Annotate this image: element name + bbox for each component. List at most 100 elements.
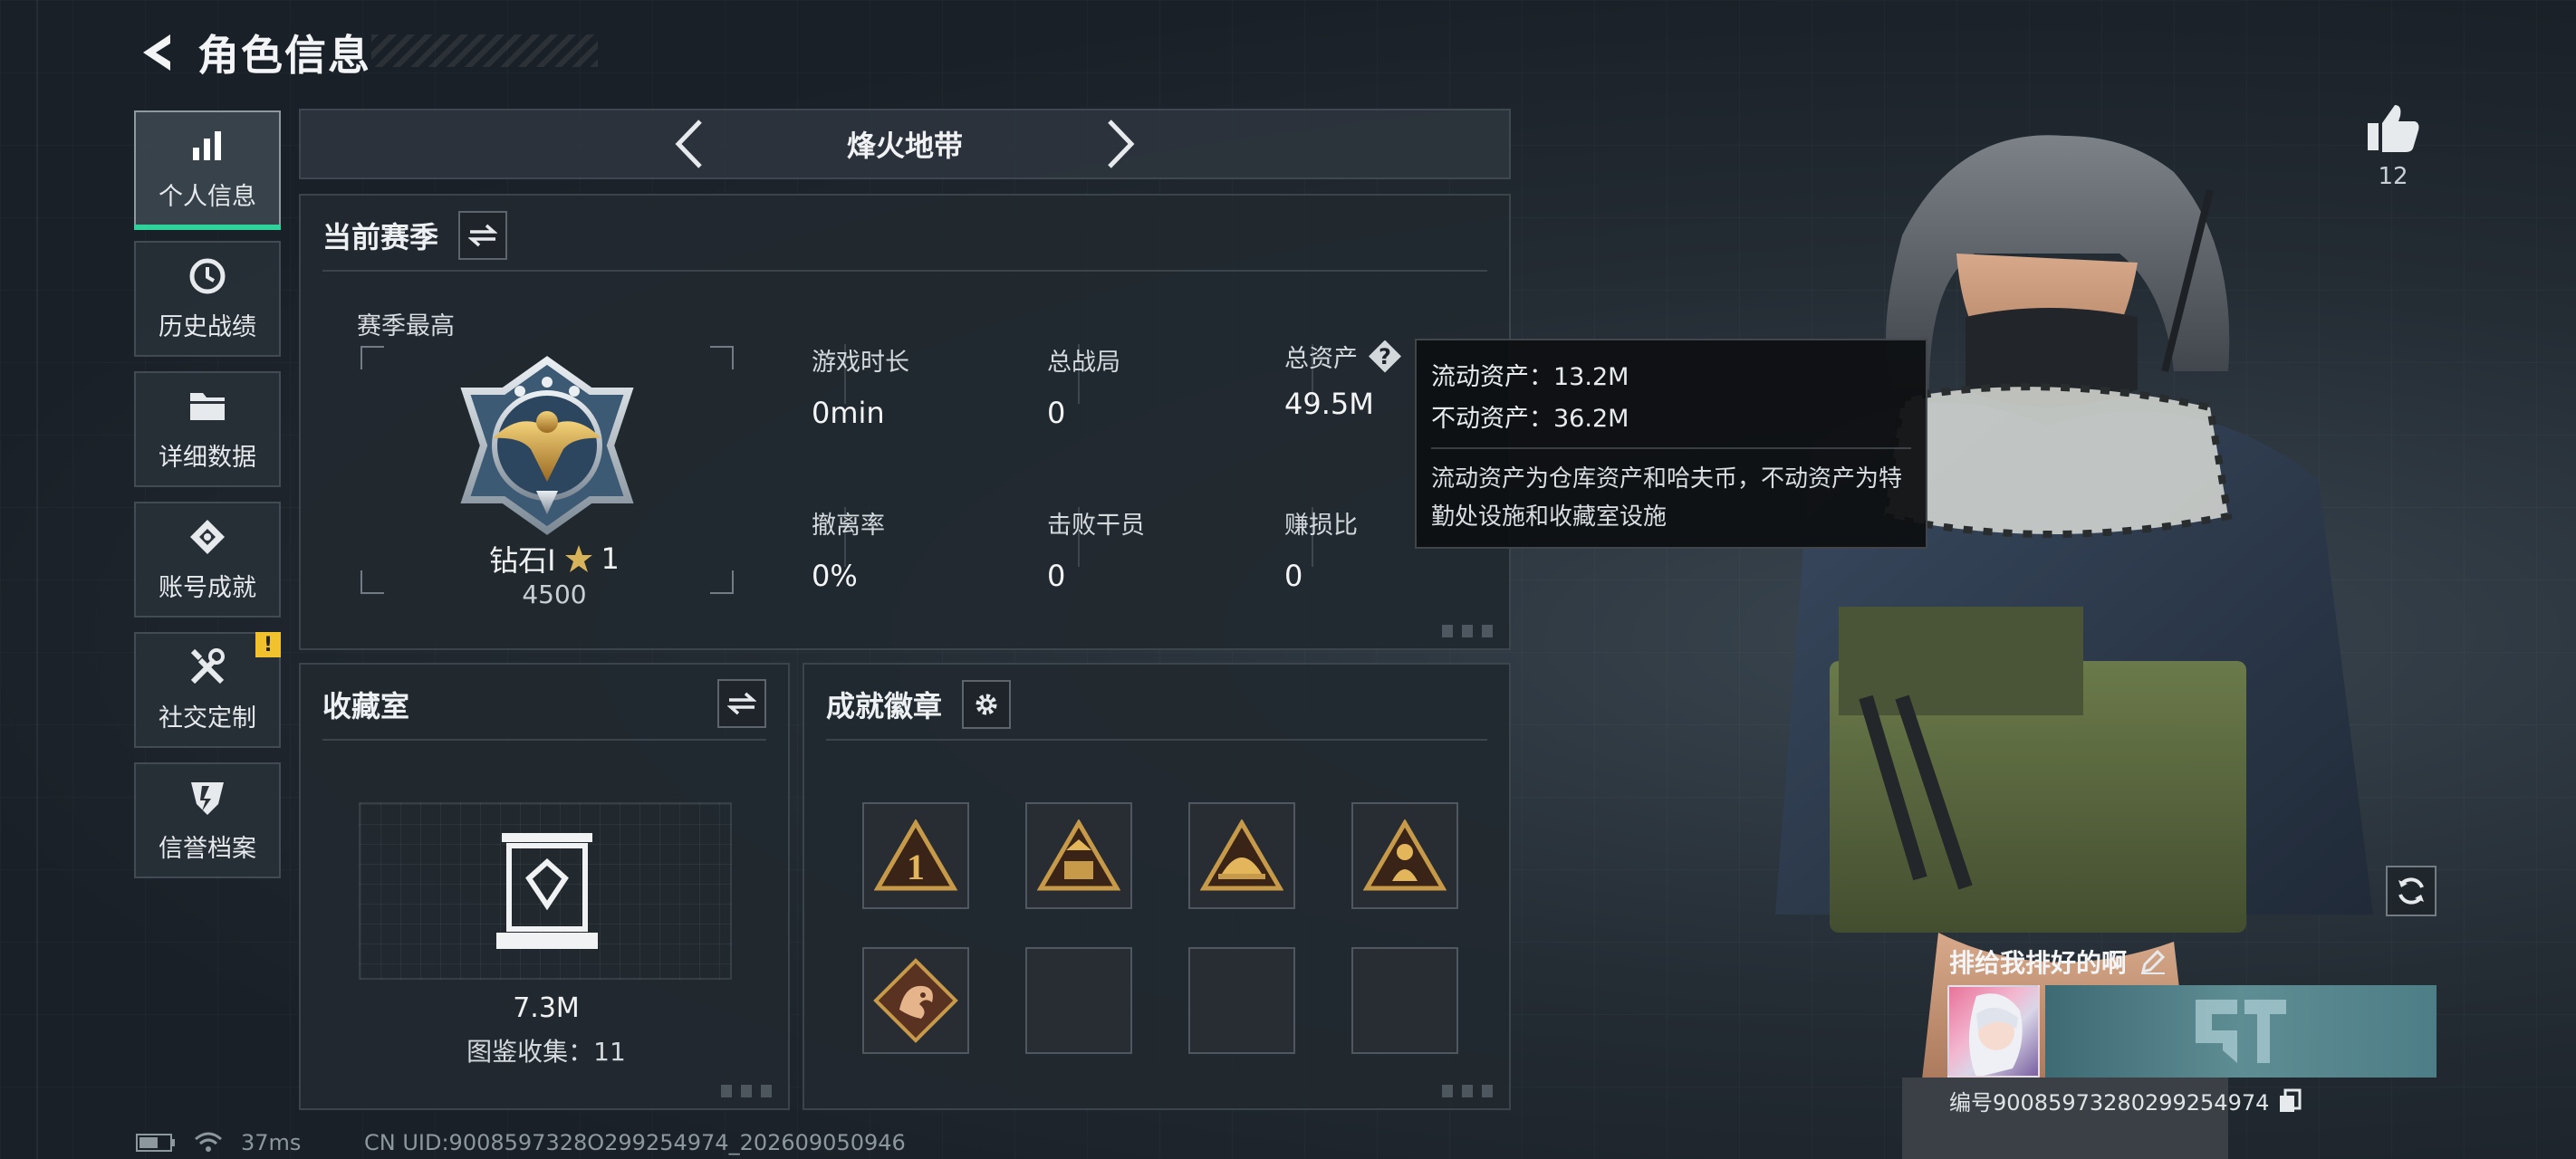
switch-collection-button[interactable]	[717, 679, 766, 728]
collection-value: 7.3M	[513, 992, 580, 1024]
rank-stars: 1	[601, 541, 620, 576]
sidebar-item-label: 信誉档案	[159, 834, 256, 863]
copy-icon[interactable]	[2278, 1088, 2302, 1114]
level-56-badge[interactable]	[1025, 802, 1132, 909]
stat-value: 0min	[812, 396, 885, 430]
tooltip-fixed-assets: 不动资产：36.2M	[1431, 405, 1629, 433]
chevron-right-icon[interactable]	[1099, 117, 1144, 171]
stat-label: 游戏时长	[812, 349, 909, 377]
tooltip-liquid-assets: 流动资产：13.2M	[1431, 363, 1629, 391]
empty-badge-slot[interactable]	[1188, 947, 1295, 1054]
stat-value: 0	[1047, 396, 1066, 430]
like-widget[interactable]: 12	[2355, 101, 2431, 190]
back-arrow-icon[interactable]	[134, 31, 178, 74]
stat-value: 0%	[812, 559, 858, 593]
helmet-badge[interactable]	[1188, 802, 1295, 909]
sidebar: 个人信息 历史战绩 详细数据 账号成就 社交定制 ! 信誉档案	[134, 110, 281, 893]
sidebar-item-label: 社交定制	[159, 704, 256, 733]
stat-value: 49.5M	[1284, 387, 1374, 421]
dragon-badge[interactable]	[862, 947, 969, 1054]
sidebar-item-credit[interactable]: 信誉档案	[134, 762, 281, 878]
dragon-badge-icon	[873, 958, 958, 1043]
stat-label: 击败干员	[1047, 512, 1145, 540]
star-icon	[564, 545, 592, 572]
stat-operators-defeated: 击败干员 0	[1047, 505, 1145, 593]
sidebar-item-detailed-data[interactable]: 详细数据	[134, 371, 281, 487]
swap-icon	[468, 224, 498, 247]
season-panel: 当前赛季 赛季最高 钻石I 1 4500 游戏时长 0min 总战局 0 总资产…	[299, 194, 1511, 650]
sidebar-item-social[interactable]: 社交定制 !	[134, 632, 281, 748]
page-header: 角色信息	[134, 25, 371, 80]
collection-title: 收藏室	[322, 689, 410, 723]
rank-one-badge[interactable]: 1	[862, 802, 969, 909]
triangle-badge-icon	[1200, 819, 1283, 891]
stat-play-time: 游戏时长 0min	[812, 342, 909, 430]
background-line	[36, 0, 38, 1159]
sidebar-item-label: 历史战绩	[159, 312, 256, 341]
empty-badge-slot[interactable]	[1025, 947, 1132, 1054]
battery-icon	[136, 1134, 175, 1152]
divider	[826, 739, 1487, 741]
soldier-badge[interactable]	[1351, 802, 1458, 909]
shield-icon	[187, 778, 227, 818]
mode-title: 烽火地带	[846, 129, 963, 163]
panel-decoration	[1442, 625, 1496, 637]
name-card-banner	[2045, 985, 2437, 1078]
switch-season-button[interactable]	[458, 211, 508, 260]
season-header: 当前赛季	[322, 210, 508, 261]
sidebar-item-label: 账号成就	[159, 573, 256, 602]
collection-header: 收藏室	[322, 679, 409, 730]
divider	[322, 270, 1487, 272]
stat-label-row: 总资产 ?	[1284, 339, 1401, 374]
sidebar-item-history[interactable]: 历史战绩	[134, 241, 281, 357]
refresh-icon	[2398, 877, 2424, 905]
avatar[interactable]	[1947, 985, 2040, 1078]
uid-row: 编号9008597328029925497​4	[1949, 1085, 2302, 1116]
player-nickname: 排给我排好的啊	[1949, 948, 2128, 978]
badges-panel: 成就徽章 1	[803, 663, 1511, 1110]
stat-value: 0	[1284, 559, 1303, 593]
badges-title: 成就徽章	[826, 689, 943, 723]
badge-settings-button[interactable]	[962, 680, 1012, 729]
game-logo-icon	[2196, 1000, 2286, 1063]
panel-decoration	[1442, 1085, 1496, 1097]
status-bar: 37ms	[136, 1130, 301, 1155]
stat-label: 撤离率	[812, 512, 885, 540]
tools-icon	[187, 647, 227, 687]
thumbs-up-icon	[2368, 105, 2419, 152]
folder-icon	[187, 387, 227, 426]
name-card[interactable]	[1947, 985, 2437, 1078]
warning-badge: !	[255, 632, 281, 657]
sidebar-item-personal-info[interactable]: 个人信息	[134, 110, 281, 230]
sidebar-item-achievements[interactable]: 账号成就	[134, 502, 281, 618]
frame-corner	[360, 346, 384, 369]
edit-icon[interactable]	[2139, 948, 2167, 975]
ping-value: 37ms	[241, 1130, 302, 1155]
chevron-left-icon[interactable]	[666, 117, 711, 171]
divider	[322, 739, 766, 741]
triangle-badge-icon	[1363, 819, 1447, 891]
like-count: 12	[2378, 163, 2408, 190]
season-best-label: 赛季最高	[357, 312, 455, 340]
divider	[1431, 447, 1911, 449]
stat-label: 赚损比	[1284, 512, 1358, 540]
stat-label: 总资产	[1284, 345, 1358, 373]
frame-corner	[710, 346, 734, 369]
swap-icon	[727, 692, 756, 715]
page-title: 角色信息	[197, 31, 371, 80]
rank-emblem-icon	[460, 356, 634, 535]
rotate-button[interactable]	[2386, 866, 2437, 916]
avatar-portrait	[1969, 993, 2023, 1076]
empty-badge-slot[interactable]	[1351, 947, 1458, 1054]
sidebar-item-label: 详细数据	[159, 443, 256, 472]
rank-name: 钻石I	[489, 543, 556, 578]
stat-value: 0	[1047, 559, 1066, 593]
player-uid: 编号9008597328029925497​4	[1949, 1090, 2270, 1116]
stat-profit-loss-ratio: 赚损比 0	[1284, 505, 1358, 593]
panel-decoration	[721, 1085, 775, 1097]
badges-header: 成就徽章	[826, 679, 1012, 730]
mode-switcher: 烽火地带	[299, 109, 1511, 179]
help-icon[interactable]: ?	[1369, 340, 1401, 373]
gear-icon	[976, 694, 997, 715]
showcase-icon	[496, 833, 598, 949]
